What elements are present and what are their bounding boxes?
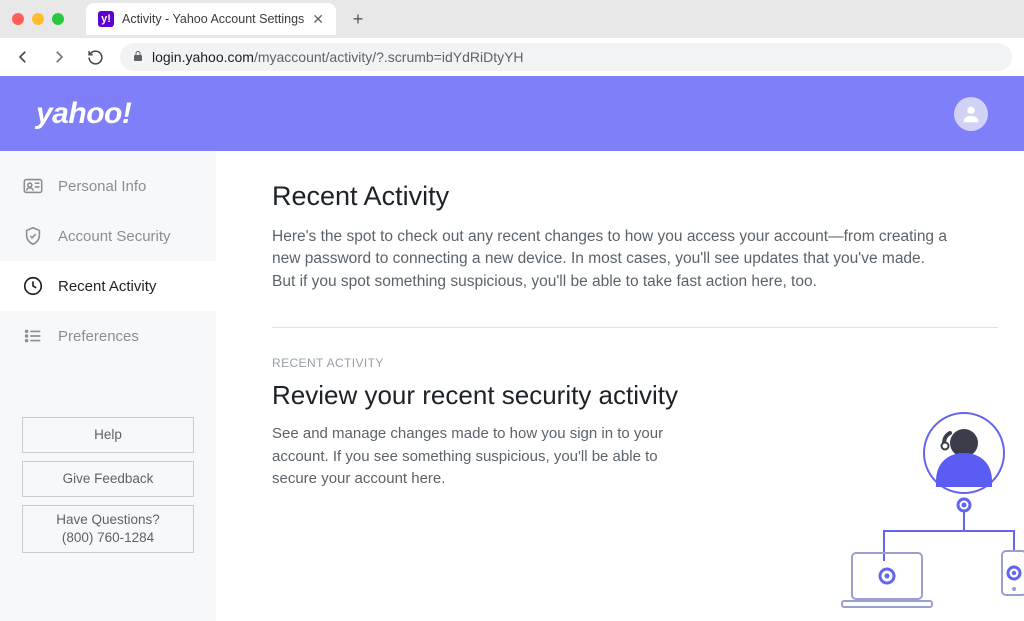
clock-icon — [22, 275, 44, 297]
minimize-window-button[interactable] — [32, 13, 44, 25]
sidebar-item-label: Personal Info — [58, 178, 146, 195]
yahoo-logo[interactable]: yahoo! — [36, 97, 131, 131]
sidebar-item-recent-activity[interactable]: Recent Activity — [0, 261, 216, 311]
forward-button[interactable] — [48, 46, 70, 68]
sidebar-item-account-security[interactable]: Account Security — [0, 211, 216, 261]
main-content: Recent Activity Here's the spot to check… — [216, 151, 1024, 621]
section-description: See and manage changes made to how you s… — [272, 423, 672, 491]
new-tab-button[interactable]: + — [344, 5, 372, 33]
close-tab-icon[interactable]: ✕ — [312, 11, 324, 28]
sidebar-item-label: Recent Activity — [58, 278, 156, 295]
tab-strip: y! Activity - Yahoo Account Settings ✕ + — [0, 0, 1024, 38]
maximize-window-button[interactable] — [52, 13, 64, 25]
browser-chrome: y! Activity - Yahoo Account Settings ✕ +… — [0, 0, 1024, 76]
account-avatar[interactable] — [954, 97, 988, 131]
url-text: login.yahoo.com/myaccount/activity/?.scr… — [152, 49, 524, 65]
section-overline: RECENT ACTIVITY — [272, 356, 998, 370]
sidebar-item-preferences[interactable]: Preferences — [0, 311, 216, 361]
devices-illustration — [814, 403, 1024, 621]
sidebar-item-personal-info[interactable]: Personal Info — [0, 161, 216, 211]
address-bar: login.yahoo.com/myaccount/activity/?.scr… — [0, 38, 1024, 76]
list-icon — [22, 325, 44, 347]
page-intro: Here's the spot to check out any recent … — [272, 226, 952, 293]
close-window-button[interactable] — [12, 13, 24, 25]
favicon-icon: y! — [98, 11, 114, 27]
browser-tab[interactable]: y! Activity - Yahoo Account Settings ✕ — [86, 3, 336, 35]
have-questions-button[interactable]: Have Questions? (800) 760-1284 — [22, 505, 194, 553]
address-input[interactable]: login.yahoo.com/myaccount/activity/?.scr… — [120, 43, 1012, 71]
lock-icon — [132, 50, 144, 65]
divider — [272, 327, 998, 328]
window-controls — [12, 13, 64, 25]
sidebar-item-label: Account Security — [58, 228, 171, 245]
sidebar-footer: Help Give Feedback Have Questions? (800)… — [0, 417, 216, 553]
shield-icon — [22, 225, 44, 247]
give-feedback-button[interactable]: Give Feedback — [22, 461, 194, 497]
reload-button[interactable] — [84, 46, 106, 68]
tab-title: Activity - Yahoo Account Settings — [122, 12, 304, 26]
help-button[interactable]: Help — [22, 417, 194, 453]
sidebar: Personal Info Account Security Recent Ac… — [0, 151, 216, 621]
page-body: Personal Info Account Security Recent Ac… — [0, 151, 1024, 621]
sidebar-item-label: Preferences — [58, 328, 139, 345]
back-button[interactable] — [12, 46, 34, 68]
id-card-icon — [22, 175, 44, 197]
page-title: Recent Activity — [272, 181, 998, 212]
site-header: yahoo! — [0, 76, 1024, 151]
